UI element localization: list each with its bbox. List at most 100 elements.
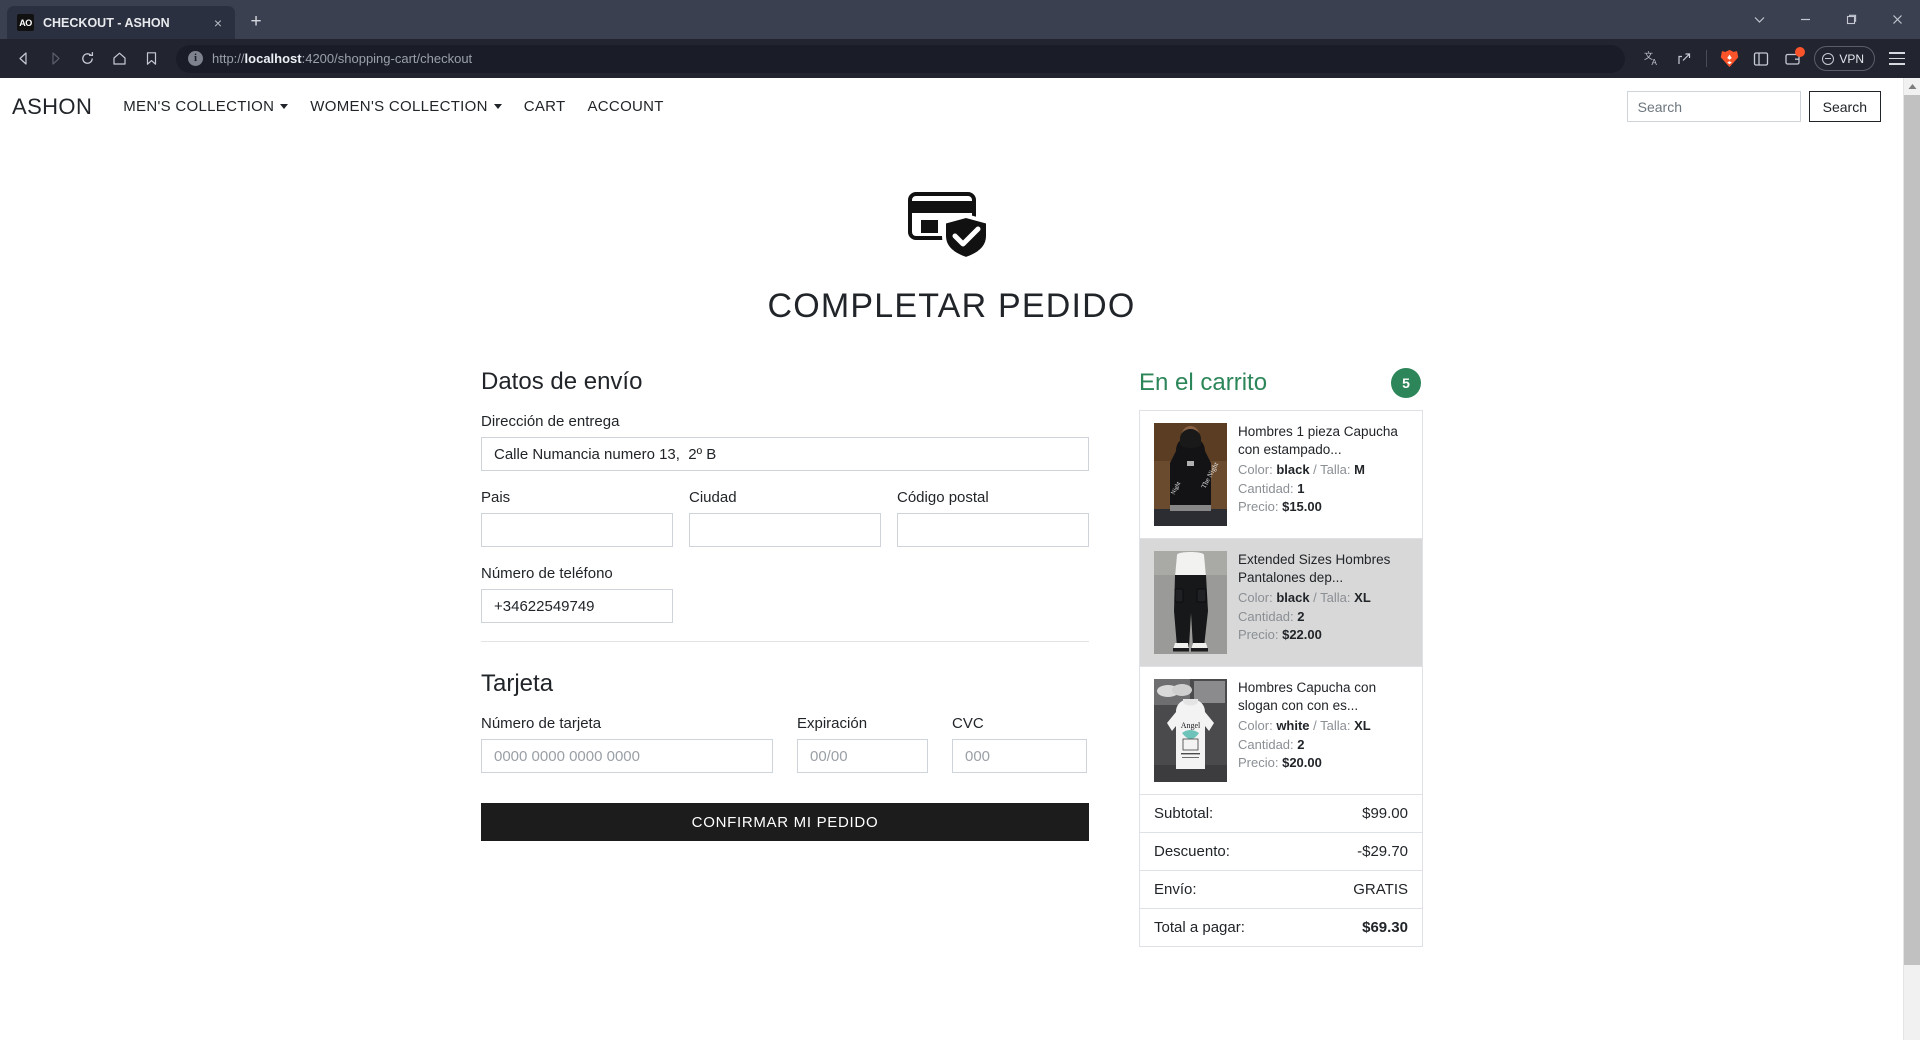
totals-value: $69.30 <box>1362 919 1408 936</box>
card-fields-row: Número de tarjeta Expiración CVC <box>481 715 1089 773</box>
cart-item-list: The Night Night Hombres 1 pieza Capucha … <box>1139 410 1423 795</box>
location-fields-row: Pais Ciudad Código postal <box>481 489 1089 547</box>
cart-item-name: Hombres Capucha con slogan con con es... <box>1238 680 1377 714</box>
scrollbar-up-arrow-icon[interactable] <box>1904 78 1920 95</box>
page-title: COMPLETAR PEDIDO <box>767 287 1136 325</box>
postal-code-label: Código postal <box>897 489 989 506</box>
country-input[interactable] <box>481 513 673 547</box>
card-cvc-label: CVC <box>952 715 984 732</box>
totals-label: Descuento: <box>1154 843 1230 860</box>
country-field-group: Pais <box>481 489 673 547</box>
back-icon[interactable] <box>8 44 38 74</box>
cart-item-info: Hombres Capucha con slogan con con es...… <box>1238 679 1410 782</box>
header-search: Search <box>1626 91 1891 122</box>
postal-code-input[interactable] <box>897 513 1089 547</box>
card-cvc-input[interactable] <box>952 739 1087 773</box>
home-icon[interactable] <box>104 44 134 74</box>
totals-value: $99.00 <box>1362 805 1408 822</box>
cart-item-price: Precio: $15.00 <box>1238 499 1322 515</box>
reload-icon[interactable] <box>72 44 102 74</box>
hamburger-menu-icon[interactable] <box>1882 44 1912 74</box>
brand-logo[interactable]: ASHON <box>12 94 92 120</box>
page-hero: COMPLETAR PEDIDO <box>0 135 1903 326</box>
totals-value: GRATIS <box>1353 881 1408 898</box>
confirm-order-button[interactable]: CONFIRMAR MI PEDIDO <box>481 803 1089 841</box>
cart-item-name: Hombres 1 pieza Capucha con estampado... <box>1238 424 1398 458</box>
totals-row-discount: Descuento: -$29.70 <box>1140 833 1422 871</box>
new-tab-icon[interactable]: + <box>241 7 271 37</box>
brave-wallet-icon[interactable] <box>1778 44 1808 74</box>
cart-item-price: Precio: $20.00 <box>1238 755 1322 771</box>
chevron-down-icon <box>493 104 502 109</box>
forward-icon <box>40 44 70 74</box>
product-thumbnail[interactable] <box>1154 551 1227 654</box>
nav-item-account[interactable]: ACCOUNT <box>577 92 675 121</box>
tab-favicon-icon: AO <box>17 14 34 31</box>
card-expiry-input[interactable] <box>797 739 928 773</box>
vpn-button[interactable]: VPN <box>1814 46 1875 71</box>
product-thumbnail[interactable]: Angel <box>1154 679 1227 782</box>
cart-item[interactable]: The Night Night Hombres 1 pieza Capucha … <box>1140 411 1422 539</box>
minimize-icon[interactable] <box>1782 0 1828 39</box>
page-scrollbar[interactable] <box>1903 78 1920 1040</box>
vpn-label: VPN <box>1839 51 1864 66</box>
cart-item-quantity: Cantidad: 2 <box>1238 608 1305 624</box>
site-header: ASHON MEN'S COLLECTION WOMEN'S COLLECTIO… <box>0 78 1903 135</box>
brave-lion-icon[interactable] <box>1714 44 1744 74</box>
city-label: Ciudad <box>689 489 737 506</box>
city-field-group: Ciudad <box>689 489 881 547</box>
browser-toolbar-icons: 文A VPN <box>1637 44 1912 74</box>
search-button[interactable]: Search <box>1808 91 1881 122</box>
tab-close-icon[interactable]: × <box>209 14 227 32</box>
totals-value: -$29.70 <box>1357 843 1408 860</box>
checkout-form: Datos de envío Dirección de entrega Pais… <box>481 368 1089 841</box>
totals-label: Envío: <box>1154 881 1197 898</box>
close-window-icon[interactable] <box>1874 0 1920 39</box>
chevron-down-icon[interactable] <box>1736 0 1782 39</box>
vpn-status-icon <box>1822 52 1835 65</box>
address-input[interactable] <box>481 437 1089 471</box>
cart-summary-header: En el carrito 5 <box>1139 368 1423 398</box>
tab-title: CHECKOUT - ASHON <box>43 15 170 30</box>
toolbar-divider <box>1706 50 1708 67</box>
nav-item-cart[interactable]: CART <box>513 92 577 121</box>
cart-title: En el carrito <box>1139 369 1268 396</box>
nav-item-mens-collection[interactable]: MEN'S COLLECTION <box>112 92 299 121</box>
browser-tab[interactable]: AO CHECKOUT - ASHON × <box>7 6 235 39</box>
address-label: Dirección de entrega <box>481 413 620 430</box>
product-thumbnail[interactable]: The Night Night <box>1154 423 1227 526</box>
totals-row-grand-total: Total a pagar: $69.30 <box>1140 909 1422 946</box>
translate-icon[interactable]: 文A <box>1637 44 1667 74</box>
section-divider <box>481 641 1089 642</box>
scrollbar-thumb[interactable] <box>1904 95 1920 965</box>
cart-item-name: Extended Sizes Hombres Pantalones dep... <box>1238 552 1391 586</box>
restore-window-icon[interactable] <box>1828 0 1874 39</box>
cart-summary: En el carrito 5 The Night Night Hombres … <box>1139 368 1423 947</box>
phone-input[interactable] <box>481 589 673 623</box>
svg-text:A: A <box>1652 58 1658 67</box>
cart-item[interactable]: Angel Hombres Capucha con slogan con con… <box>1140 667 1422 795</box>
card-number-field-group: Número de tarjeta <box>481 715 773 773</box>
cart-item-variant: Color: black / Talla: M <box>1238 462 1365 478</box>
url-text: http://localhost:4200/shopping-cart/chec… <box>212 51 473 66</box>
card-number-input[interactable] <box>481 739 773 773</box>
card-expiry-label: Expiración <box>797 715 868 732</box>
sidebar-panel-icon[interactable] <box>1746 44 1776 74</box>
credit-card-shield-check-icon <box>907 190 996 267</box>
nav-item-womens-collection[interactable]: WOMEN'S COLLECTION <box>299 92 512 121</box>
browser-chrome: AO CHECKOUT - ASHON × + i http://localho… <box>0 0 1920 78</box>
city-input[interactable] <box>689 513 881 547</box>
page-viewport: ASHON MEN'S COLLECTION WOMEN'S COLLECTIO… <box>0 78 1920 1040</box>
share-icon[interactable] <box>1669 44 1699 74</box>
address-bar[interactable]: i http://localhost:4200/shopping-cart/ch… <box>176 44 1626 73</box>
bookmark-icon[interactable] <box>136 44 166 74</box>
cart-item[interactable]: Extended Sizes Hombres Pantalones dep...… <box>1140 539 1422 667</box>
chevron-down-icon <box>280 104 289 109</box>
search-input[interactable] <box>1626 91 1801 122</box>
cart-item-price: Precio: $22.00 <box>1238 627 1322 643</box>
phone-field-group: Número de teléfono <box>481 565 1089 623</box>
site-info-icon[interactable]: i <box>188 51 203 66</box>
cart-item-quantity: Cantidad: 2 <box>1238 736 1305 752</box>
cart-item-variant: Color: white / Talla: XL <box>1238 718 1371 734</box>
cart-item-info: Hombres 1 pieza Capucha con estampado...… <box>1238 423 1410 526</box>
